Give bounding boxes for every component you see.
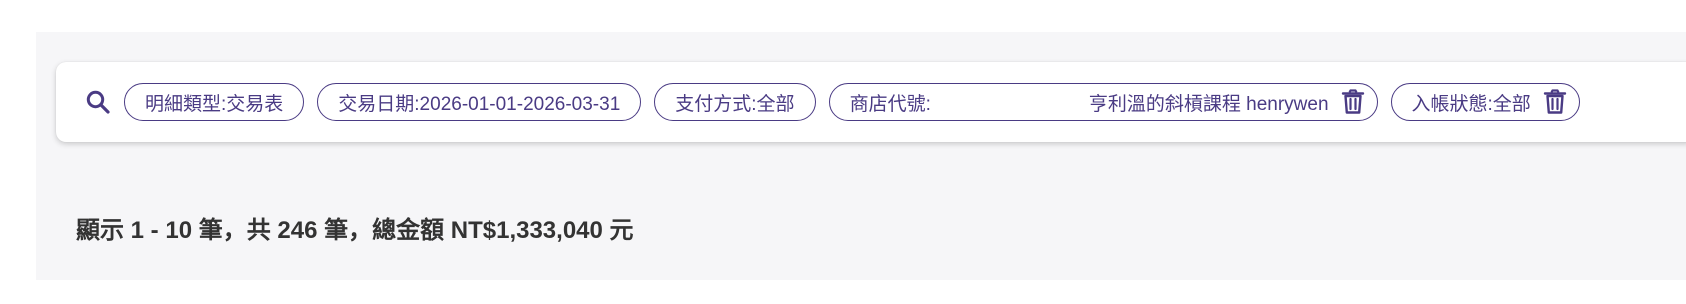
content-area: 明細類型:交易表 交易日期:2026-01-01-2026-03-31 支付方式… [36, 32, 1686, 280]
filter-chip-detail-type[interactable]: 明細類型:交易表 [124, 83, 305, 121]
filter-bar: 明細類型:交易表 交易日期:2026-01-01-2026-03-31 支付方式… [56, 62, 1686, 142]
filter-chip-payment-method[interactable]: 支付方式:全部 [654, 83, 816, 121]
filter-chip-store-id[interactable]: 商店代號: 亨利溫的斜槓課程 henrywen [828, 83, 1378, 121]
filter-chip-transaction-date[interactable]: 交易日期:2026-01-01-2026-03-31 [317, 83, 642, 121]
trash-icon[interactable] [1339, 88, 1367, 116]
filter-chip-label: 支付方式:全部 [675, 93, 795, 115]
filter-chip-value: 亨利溫的斜槓課程 henrywen [1088, 93, 1329, 115]
search-icon[interactable] [84, 88, 112, 116]
filter-chip-label: 交易日期:2026-01-01-2026-03-31 [338, 93, 621, 115]
results-summary: 顯示 1 - 10 筆，共 246 筆，總金額 NT$1,333,040 元 [76, 217, 634, 244]
filter-chip-label: 明細類型:交易表 [145, 93, 284, 115]
filter-chip-posting-status[interactable]: 入帳狀態:全部 [1390, 83, 1580, 121]
filter-chip-label: 商店代號: [849, 93, 931, 115]
filter-chip-label: 入帳狀態:全部 [1411, 93, 1531, 115]
trash-icon[interactable] [1541, 88, 1569, 116]
